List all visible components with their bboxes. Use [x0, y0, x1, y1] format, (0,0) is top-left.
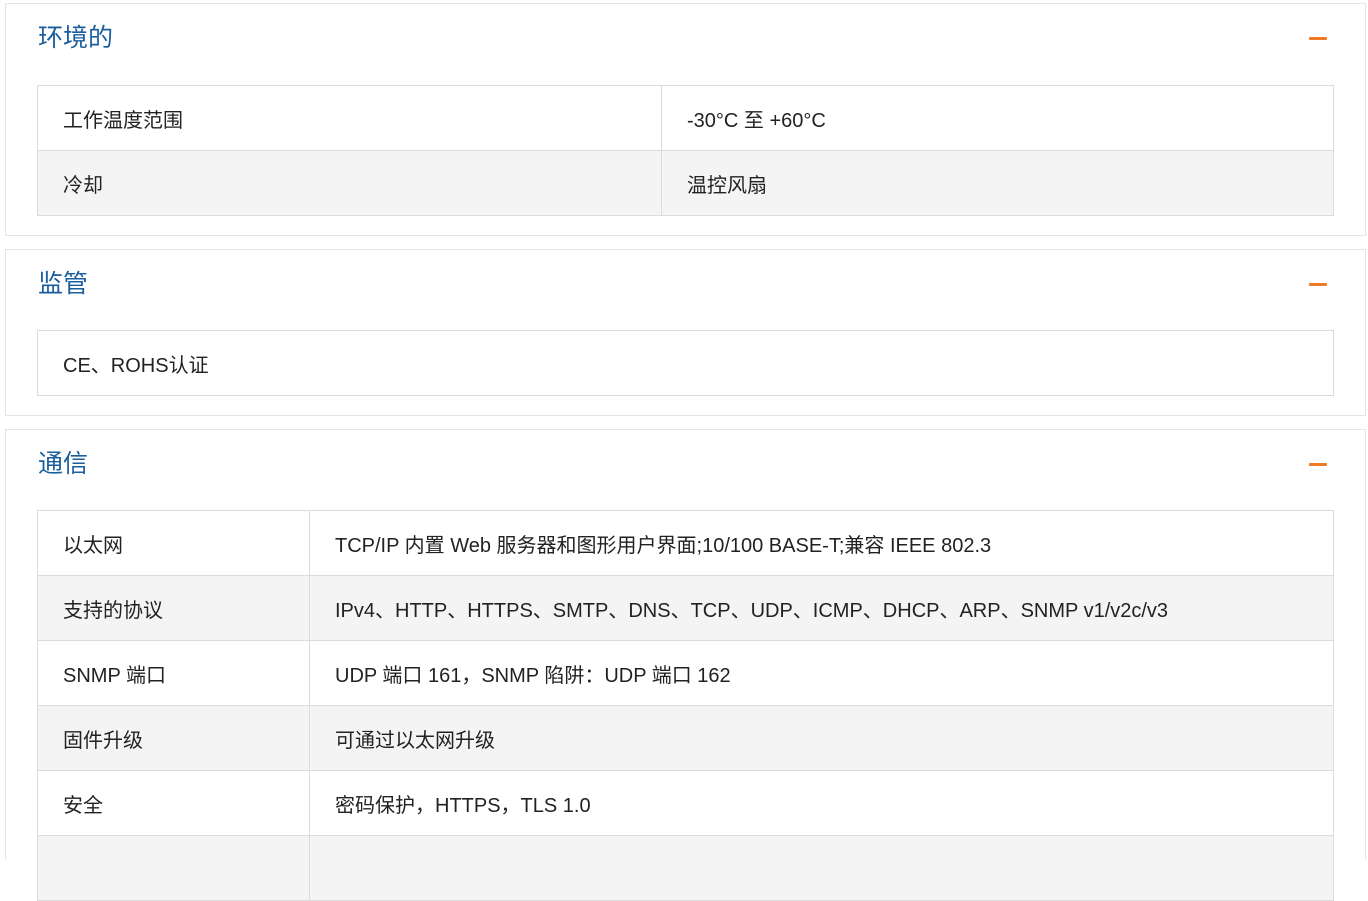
communication-spec-table: 以太网 TCP/IP 内置 Web 服务器和图形用户界面;10/100 BASE…: [37, 510, 1334, 901]
environment-section: 环境的 工作温度范围 -30°C 至 +60°C 冷却 温控风扇: [5, 3, 1366, 236]
environment-spec-table: 工作温度范围 -30°C 至 +60°C 冷却 温控风扇: [37, 85, 1334, 216]
section-title-communication[interactable]: 通信: [38, 448, 88, 480]
collapse-regulatory-button[interactable]: [1309, 276, 1327, 292]
minus-icon: [1309, 37, 1327, 40]
spec-value: -30°C 至 +60°C: [661, 85, 1334, 151]
spec-label: 固件升级: [37, 705, 310, 771]
spec-value: 温控风扇: [661, 150, 1334, 216]
spec-label: [37, 835, 310, 901]
spec-value: 密码保护，HTTPS，TLS 1.0: [309, 770, 1334, 836]
section-title-environment[interactable]: 环境的: [38, 22, 113, 54]
table-row: 固件升级 可通过以太网升级: [37, 705, 1334, 771]
regulatory-section: 监管 CE、ROHS认证: [5, 249, 1366, 416]
spec-label: 安全: [37, 770, 310, 836]
table-row: CE、ROHS认证: [37, 330, 1334, 396]
spec-value: UDP 端口 161，SNMP 陷阱：UDP 端口 162: [309, 640, 1334, 706]
spec-label: 以太网: [37, 510, 310, 576]
spec-value: IPv4、HTTP、HTTPS、SMTP、DNS、TCP、UDP、ICMP、DH…: [309, 575, 1334, 641]
spec-label: 工作温度范围: [37, 85, 662, 151]
collapse-environment-button[interactable]: [1309, 30, 1327, 46]
table-row: 冷却 温控风扇: [37, 150, 1334, 216]
collapse-communication-button[interactable]: [1309, 456, 1327, 472]
spec-label: SNMP 端口: [37, 640, 310, 706]
regulatory-spec-table: CE、ROHS认证: [37, 330, 1334, 396]
spec-label: 冷却: [37, 150, 662, 216]
section-title-regulatory[interactable]: 监管: [38, 268, 88, 300]
table-row: 安全 密码保护，HTTPS，TLS 1.0: [37, 770, 1334, 836]
table-row: SNMP 端口 UDP 端口 161，SNMP 陷阱：UDP 端口 162: [37, 640, 1334, 706]
table-row: 以太网 TCP/IP 内置 Web 服务器和图形用户界面;10/100 BASE…: [37, 510, 1334, 576]
communication-section: 通信 以太网 TCP/IP 内置 Web 服务器和图形用户界面;10/100 B…: [5, 429, 1366, 901]
spec-value: 可通过以太网升级: [309, 705, 1334, 771]
spec-label: 支持的协议: [37, 575, 310, 641]
spec-text: CE、ROHS认证: [37, 330, 1334, 396]
table-row: 工作温度范围 -30°C 至 +60°C: [37, 85, 1334, 151]
spec-value: TCP/IP 内置 Web 服务器和图形用户界面;10/100 BASE-T;兼…: [309, 510, 1334, 576]
spec-value: [309, 835, 1334, 901]
table-row: [37, 835, 1334, 901]
minus-icon: [1309, 283, 1327, 286]
minus-icon: [1309, 463, 1327, 466]
table-row: 支持的协议 IPv4、HTTP、HTTPS、SMTP、DNS、TCP、UDP、I…: [37, 575, 1334, 641]
